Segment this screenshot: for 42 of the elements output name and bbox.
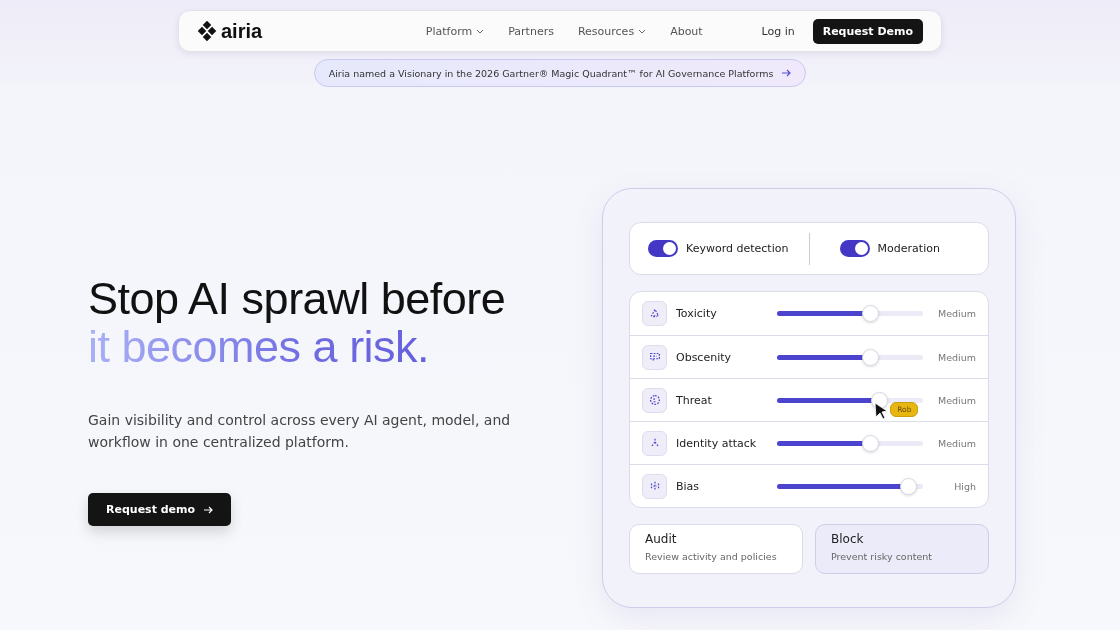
category-label: Bias bbox=[676, 479, 701, 493]
toggle-label: Moderation bbox=[877, 242, 940, 255]
nav-link[interactable]: Partners bbox=[508, 24, 554, 38]
slider-thumb[interactable] bbox=[900, 477, 918, 495]
request-demo-button[interactable]: Request Demo bbox=[812, 18, 923, 44]
announcement-banner[interactable]: Airia named a Visionary in the 2026 Gartner® Magic Quadrant™ for AI Governance Platforms bbox=[313, 59, 807, 87]
action-option[interactable]: Audit Review activity and policies bbox=[629, 524, 803, 574]
category-label: Obscenity bbox=[676, 350, 733, 364]
toggle-switch[interactable] bbox=[648, 240, 678, 257]
level-reading: Medium bbox=[938, 437, 976, 449]
action-description: Review activity and policies bbox=[645, 551, 778, 562]
level-reading: Medium bbox=[938, 308, 976, 319]
level-reading: High bbox=[954, 480, 976, 492]
category-label: Toxicity bbox=[676, 307, 718, 320]
network-icon bbox=[642, 430, 667, 456]
cursor-icon bbox=[874, 402, 889, 419]
hero-subtitle: Gain visibility and control across every AI agent, model, and workflow in one centralized platform. bbox=[88, 411, 512, 452]
hero-heading: Stop AI sprawl before bbox=[88, 275, 507, 323]
nav-link[interactable]: Platform bbox=[425, 24, 485, 38]
chat-icon bbox=[642, 344, 667, 370]
nav-link[interactable]: About bbox=[670, 24, 703, 38]
category-label: Identity attack bbox=[676, 436, 758, 450]
toggle-switch[interactable] bbox=[839, 240, 870, 257]
split-icon bbox=[642, 473, 667, 499]
request-demo-button[interactable]: Request demo bbox=[88, 493, 232, 526]
action-option[interactable]: Block Prevent risky content bbox=[815, 524, 989, 574]
category-label: Threat bbox=[676, 393, 713, 407]
arrow-right-icon bbox=[203, 505, 214, 514]
logo-text[interactable]: airia bbox=[221, 19, 263, 43]
level-reading: Medium bbox=[938, 394, 976, 406]
slider-thumb[interactable] bbox=[862, 305, 880, 322]
logo-icon bbox=[197, 21, 217, 41]
action-description: Prevent risky content bbox=[831, 551, 933, 562]
nav-link[interactable]: Resources bbox=[577, 24, 647, 38]
slider-thumb[interactable] bbox=[862, 348, 880, 366]
slider-thumb[interactable] bbox=[862, 434, 880, 452]
login-link[interactable]: Log in bbox=[761, 24, 795, 38]
action-title: Audit bbox=[645, 532, 678, 546]
level-reading: Medium bbox=[938, 351, 976, 363]
action-title: Block bbox=[831, 532, 865, 546]
toggle-label: Keyword detection bbox=[686, 242, 789, 255]
arrow-right-icon bbox=[781, 69, 792, 77]
